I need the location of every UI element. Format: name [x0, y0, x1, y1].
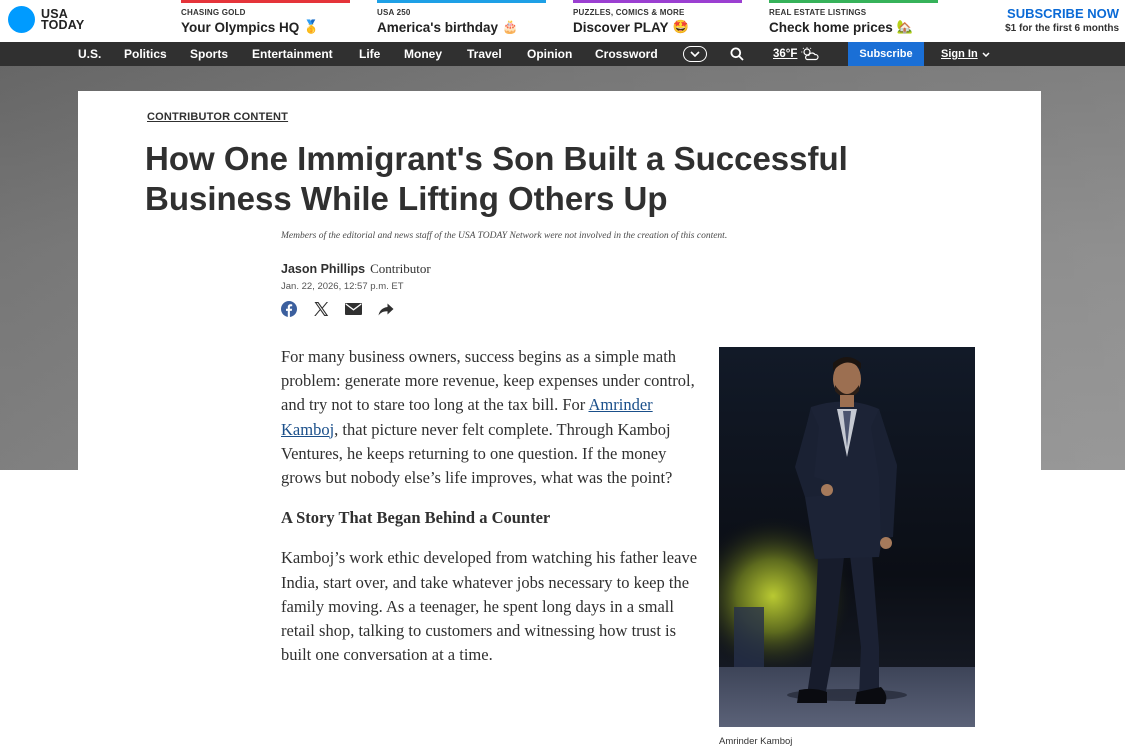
- paragraph-1: For many business owners, success begins…: [281, 347, 695, 488]
- main-nav: U.S. Politics Sports Entertainment Life …: [0, 42, 1125, 66]
- man-in-suit-photo: [719, 347, 975, 727]
- article-body: For many business owners, success begins…: [281, 345, 701, 683]
- cake-icon: 🎂: [502, 19, 519, 34]
- promo-real-estate[interactable]: REAL ESTATE LISTINGS Check home prices 🏡: [769, 0, 938, 42]
- byline: Jason Phillips Contributor: [281, 261, 431, 277]
- contributor-content-label[interactable]: CONTRIBUTOR CONTENT: [147, 111, 288, 123]
- star-eyes-icon: 🤩: [672, 19, 689, 34]
- sign-in-button[interactable]: Sign In: [941, 48, 990, 60]
- nav-item-life[interactable]: Life: [359, 47, 380, 61]
- subscribe-now-subtitle: $1 for the first 6 months: [1005, 23, 1119, 34]
- promo-kicker: CHASING GOLD: [181, 8, 246, 17]
- email-icon: [345, 303, 362, 315]
- medal-icon: 🥇: [303, 19, 320, 34]
- share-bar: [281, 301, 394, 317]
- section-subhead: A Story That Began Behind a Counter: [281, 508, 551, 528]
- nav-item-entertainment[interactable]: Entertainment: [252, 47, 333, 61]
- promo-kicker: PUZZLES, COMICS & MORE: [573, 8, 685, 17]
- promo-title: Your Olympics HQ: [181, 19, 300, 35]
- logo-line-2: TODAY: [41, 17, 85, 32]
- more-menu-button[interactable]: [683, 46, 707, 62]
- top-promo-bar: USA TODAY CHASING GOLD Your Olympics HQ 🥇…: [0, 0, 1125, 42]
- share-facebook-button[interactable]: [281, 301, 297, 317]
- article-headline: How One Immigrant's Son Built a Successf…: [145, 140, 848, 217]
- share-email-button[interactable]: [345, 303, 362, 315]
- promo-color-bar: [769, 0, 938, 3]
- promo-olympics[interactable]: CHASING GOLD Your Olympics HQ 🥇: [181, 0, 350, 42]
- usa-today-logo[interactable]: USA TODAY: [8, 6, 84, 33]
- promo-color-bar: [181, 0, 350, 3]
- nav-item-politics[interactable]: Politics: [124, 47, 167, 61]
- publish-date: Jan. 22, 2026, 12:57 p.m. ET: [281, 281, 404, 292]
- nav-item-crossword[interactable]: Crossword: [595, 47, 658, 61]
- search-icon: [730, 47, 744, 61]
- share-x-button[interactable]: [313, 301, 329, 317]
- chevron-down-icon: [690, 51, 700, 57]
- editorial-disclaimer: Members of the editorial and news staff …: [281, 231, 728, 241]
- logo-dot-icon: [8, 6, 35, 33]
- share-arrow-icon: [378, 303, 394, 315]
- partly-cloudy-icon: [801, 47, 819, 61]
- nav-item-travel[interactable]: Travel: [467, 47, 502, 61]
- photo-caption: Amrinder Kamboj: [719, 736, 793, 747]
- subscribe-now-title: SUBSCRIBE NOW: [1007, 6, 1119, 21]
- subscribe-button[interactable]: Subscribe: [848, 42, 924, 66]
- weather-temp: 36°F: [773, 48, 798, 60]
- promo-title: Check home prices: [769, 19, 893, 35]
- search-button[interactable]: [730, 47, 744, 66]
- promo-title: America's birthday: [377, 19, 499, 35]
- article-card: CONTRIBUTOR CONTENT How One Immigrant's …: [78, 91, 1041, 750]
- house-icon: 🏡: [896, 19, 913, 34]
- paragraph-2: Kamboj’s work ethic developed from watch…: [281, 548, 698, 665]
- share-forward-button[interactable]: [378, 303, 394, 316]
- subscribe-now-link[interactable]: SUBSCRIBE NOW $1 for the first 6 months: [1005, 6, 1119, 34]
- promo-kicker: USA 250: [377, 8, 411, 17]
- promo-kicker: REAL ESTATE LISTINGS: [769, 8, 867, 17]
- nav-item-money[interactable]: Money: [404, 47, 442, 61]
- promo-color-bar: [377, 0, 546, 3]
- article-photo[interactable]: [719, 347, 975, 727]
- sign-in-label: Sign In: [941, 48, 978, 60]
- promo-color-bar: [573, 0, 742, 3]
- author-role: Contributor: [370, 261, 431, 276]
- chevron-down-icon: [982, 51, 990, 57]
- x-logo-icon: [314, 302, 329, 316]
- author-name[interactable]: Jason Phillips: [281, 262, 365, 276]
- promo-title: Discover PLAY: [573, 19, 669, 35]
- nav-item-sports[interactable]: Sports: [190, 47, 228, 61]
- promo-usa250[interactable]: USA 250 America's birthday 🎂: [377, 0, 546, 42]
- weather-link[interactable]: 36°F: [773, 47, 819, 61]
- facebook-icon: [281, 301, 297, 317]
- promo-play[interactable]: PUZZLES, COMICS & MORE Discover PLAY 🤩: [573, 0, 742, 42]
- nav-item-us[interactable]: U.S.: [78, 47, 101, 61]
- nav-item-opinion[interactable]: Opinion: [527, 47, 572, 61]
